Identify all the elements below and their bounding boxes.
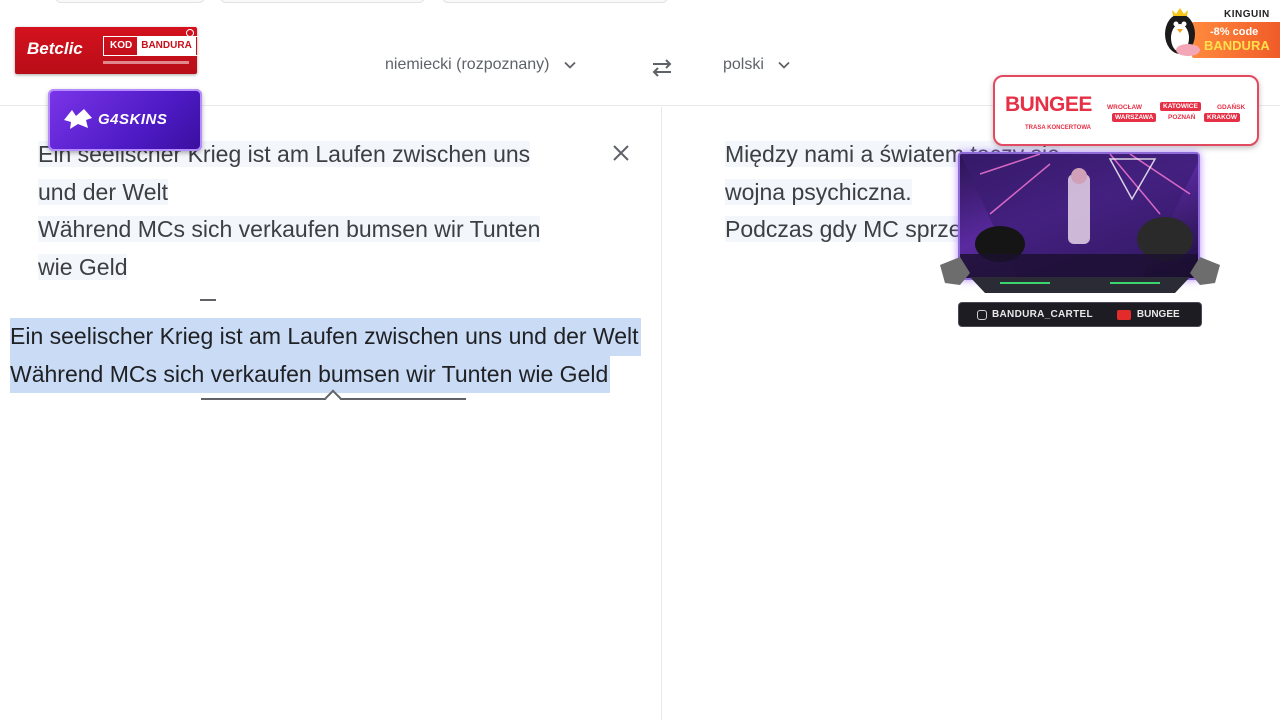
stream-social-bar: BANDURA_CARTEL BUNGEE	[958, 302, 1202, 327]
betclic-logo: Betclic	[27, 39, 83, 58]
tab-remnant[interactable]	[442, 0, 668, 3]
kinguin-discount: -8% code	[1210, 26, 1259, 38]
hidden-text-fragment	[200, 299, 216, 305]
tour-city: WROCŁAW	[1107, 104, 1143, 111]
source-line: Während MCs sich verkaufen bumsen wir Tu…	[38, 216, 541, 242]
selected-line: Während MCs sich verkaufen bumsen wir Tu…	[10, 355, 611, 393]
chevron-down-icon	[563, 61, 576, 69]
tour-city: GDAŃSK	[1217, 104, 1246, 111]
source-line: wie Geld	[38, 253, 128, 280]
panel-divider	[661, 107, 662, 720]
g4skins-banner: G4SKINS	[48, 89, 202, 151]
tour-city: KRAKÓW	[1204, 113, 1240, 122]
source-textarea[interactable]: Ein seelischer Krieg ist am Laufen zwisc…	[38, 136, 598, 286]
selected-line: Ein seelischer Krieg ist am Laufen zwisc…	[10, 318, 641, 356]
source-language-label: niemiecki (rozpoznany)	[385, 56, 550, 73]
promo-code-box: KOD BANDURA	[103, 36, 203, 56]
bungee-tour-card: BUNGEE TRASA KONCERTOWA WROCŁAW KATOWICE…	[993, 75, 1259, 146]
selected-text-block[interactable]: Ein seelischer Krieg ist am Laufen zwisc…	[10, 318, 641, 393]
swap-languages-icon[interactable]	[648, 54, 676, 82]
source-line: und der Welt	[38, 178, 168, 205]
translate-page: niemiecki (rozpoznany) polski Ein seelis…	[0, 0, 1280, 720]
age-badge-icon	[186, 29, 194, 37]
wolf-logo-icon	[64, 109, 92, 129]
target-language-label: polski	[723, 56, 764, 73]
instagram-icon	[977, 309, 987, 320]
instagram-handle: BANDURA_CARTEL	[977, 309, 1093, 320]
bungee-subtitle: TRASA KONCERTOWA	[1025, 125, 1091, 131]
tour-city: WARSZAWA	[1112, 113, 1157, 122]
youtube-icon	[1116, 309, 1131, 320]
kinguin-label: KINGUIN	[1224, 9, 1270, 20]
webcam-frame-ornament	[940, 257, 1220, 293]
tour-city: POZNAŃ	[1168, 114, 1196, 121]
promo-code-value: BANDURA	[137, 37, 196, 55]
kinguin-code: BANDURA	[1204, 38, 1270, 53]
g4skins-logo-text: G4SKINS	[98, 111, 168, 128]
chevron-down-icon	[778, 61, 790, 69]
penguin-mascot-icon	[1165, 8, 1200, 56]
promo-code-label: KOD	[110, 40, 133, 51]
target-line: wojna psychiczna.	[725, 178, 912, 205]
clear-source-icon[interactable]	[608, 140, 634, 166]
youtube-channel-text: BUNGEE	[1136, 309, 1180, 320]
tab-remnant[interactable]	[220, 0, 425, 3]
instagram-handle-text: BANDURA_CARTEL	[992, 309, 1093, 320]
target-language-selector[interactable]: polski	[723, 56, 792, 74]
betclic-banner: Betclic KOD BANDURA	[15, 27, 203, 74]
tour-city: KATOWICE	[1160, 102, 1201, 111]
tab-remnant[interactable]	[55, 0, 205, 3]
youtube-channel: BUNGEE	[1116, 309, 1180, 320]
bungee-logo: BUNGEE	[1005, 93, 1092, 116]
fine-print	[103, 61, 189, 64]
kinguin-banner: KINGUIN -8% code BANDURA	[1152, 0, 1280, 58]
source-language-selector[interactable]: niemiecki (rozpoznany)	[385, 56, 578, 74]
